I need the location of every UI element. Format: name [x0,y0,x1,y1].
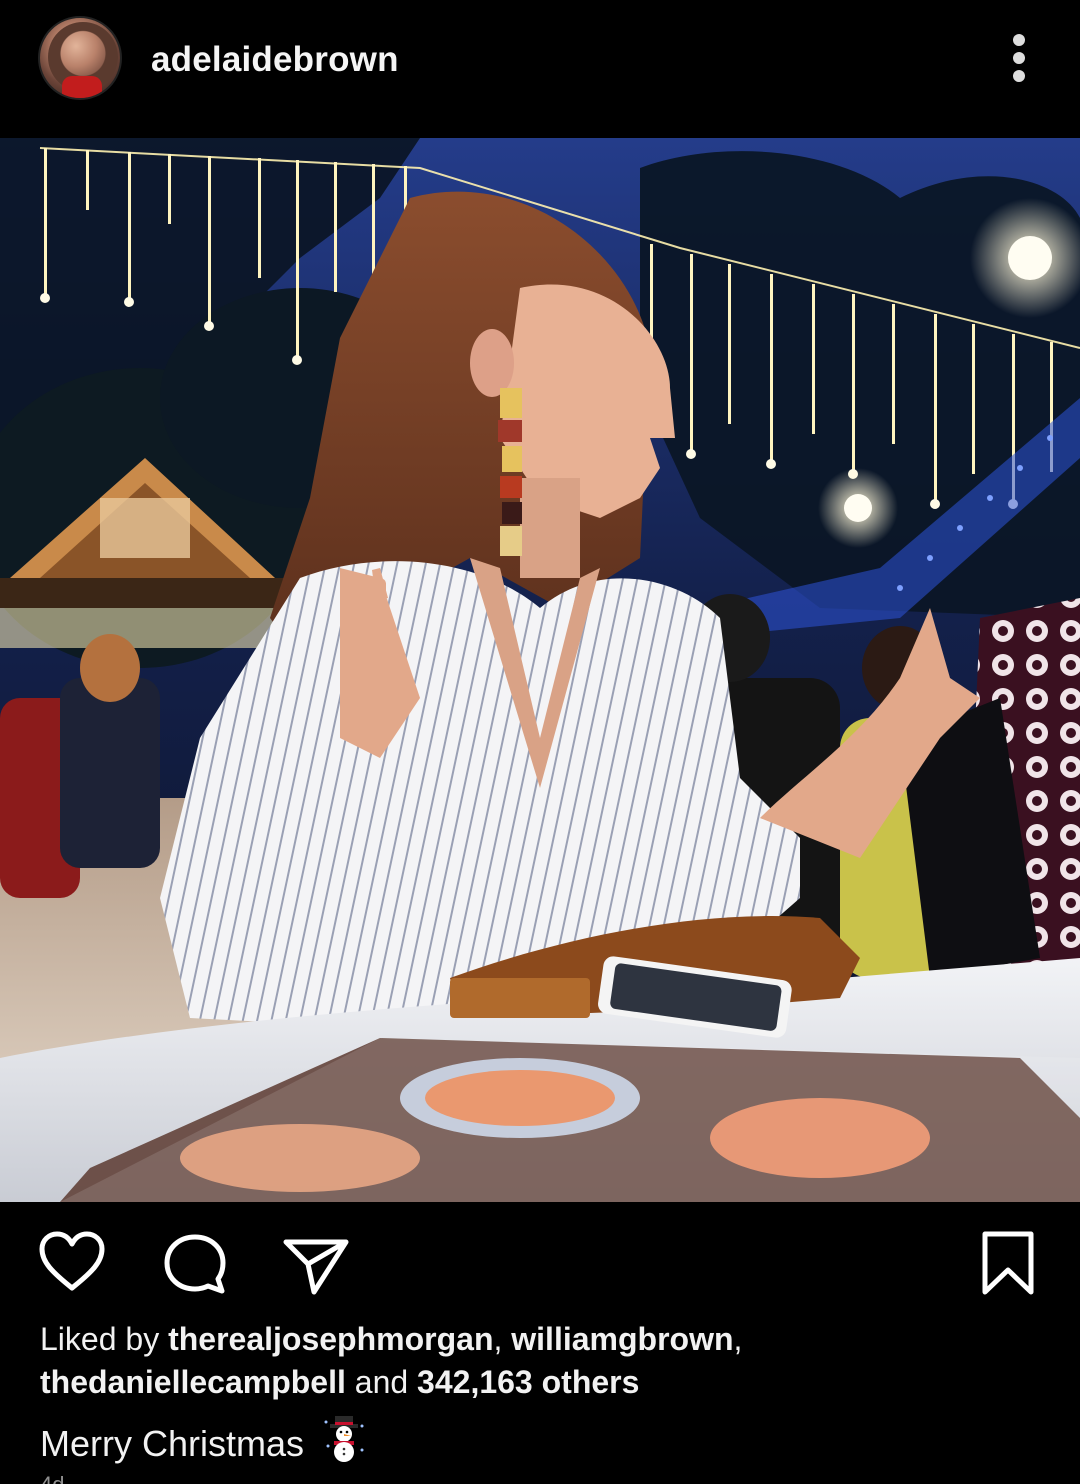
liker-username[interactable]: therealjosephmorgan [168,1321,493,1357]
heart-outline-icon[interactable] [38,1230,106,1294]
post-photo[interactable] [0,138,1080,1202]
instagram-post: adelaidebrown Liked by therealjosephmorg… [0,0,1080,1484]
username[interactable]: adelaidebrown [151,40,399,80]
post-header: adelaidebrown [0,0,1080,138]
post-caption: Merry Christmas [40,1416,366,1465]
caption-text: Merry Christmas [40,1423,305,1464]
bookmark-outline-icon[interactable] [980,1230,1036,1298]
comment-bubble-icon[interactable] [162,1232,228,1296]
liker-username[interactable]: thedaniellecampbell [40,1364,346,1400]
liker-username[interactable]: williamgbrown [511,1321,733,1357]
paper-plane-icon[interactable] [282,1234,350,1298]
snowman-icon [324,1416,364,1462]
likes-summary: Liked by therealjosephmorgan, williamgbr… [40,1321,743,1400]
avatar[interactable] [38,16,122,100]
post-timestamp: 4d [40,1472,64,1484]
more-options-icon[interactable] [1008,34,1030,82]
likes-others-link[interactable]: 342,163 others [417,1364,639,1400]
